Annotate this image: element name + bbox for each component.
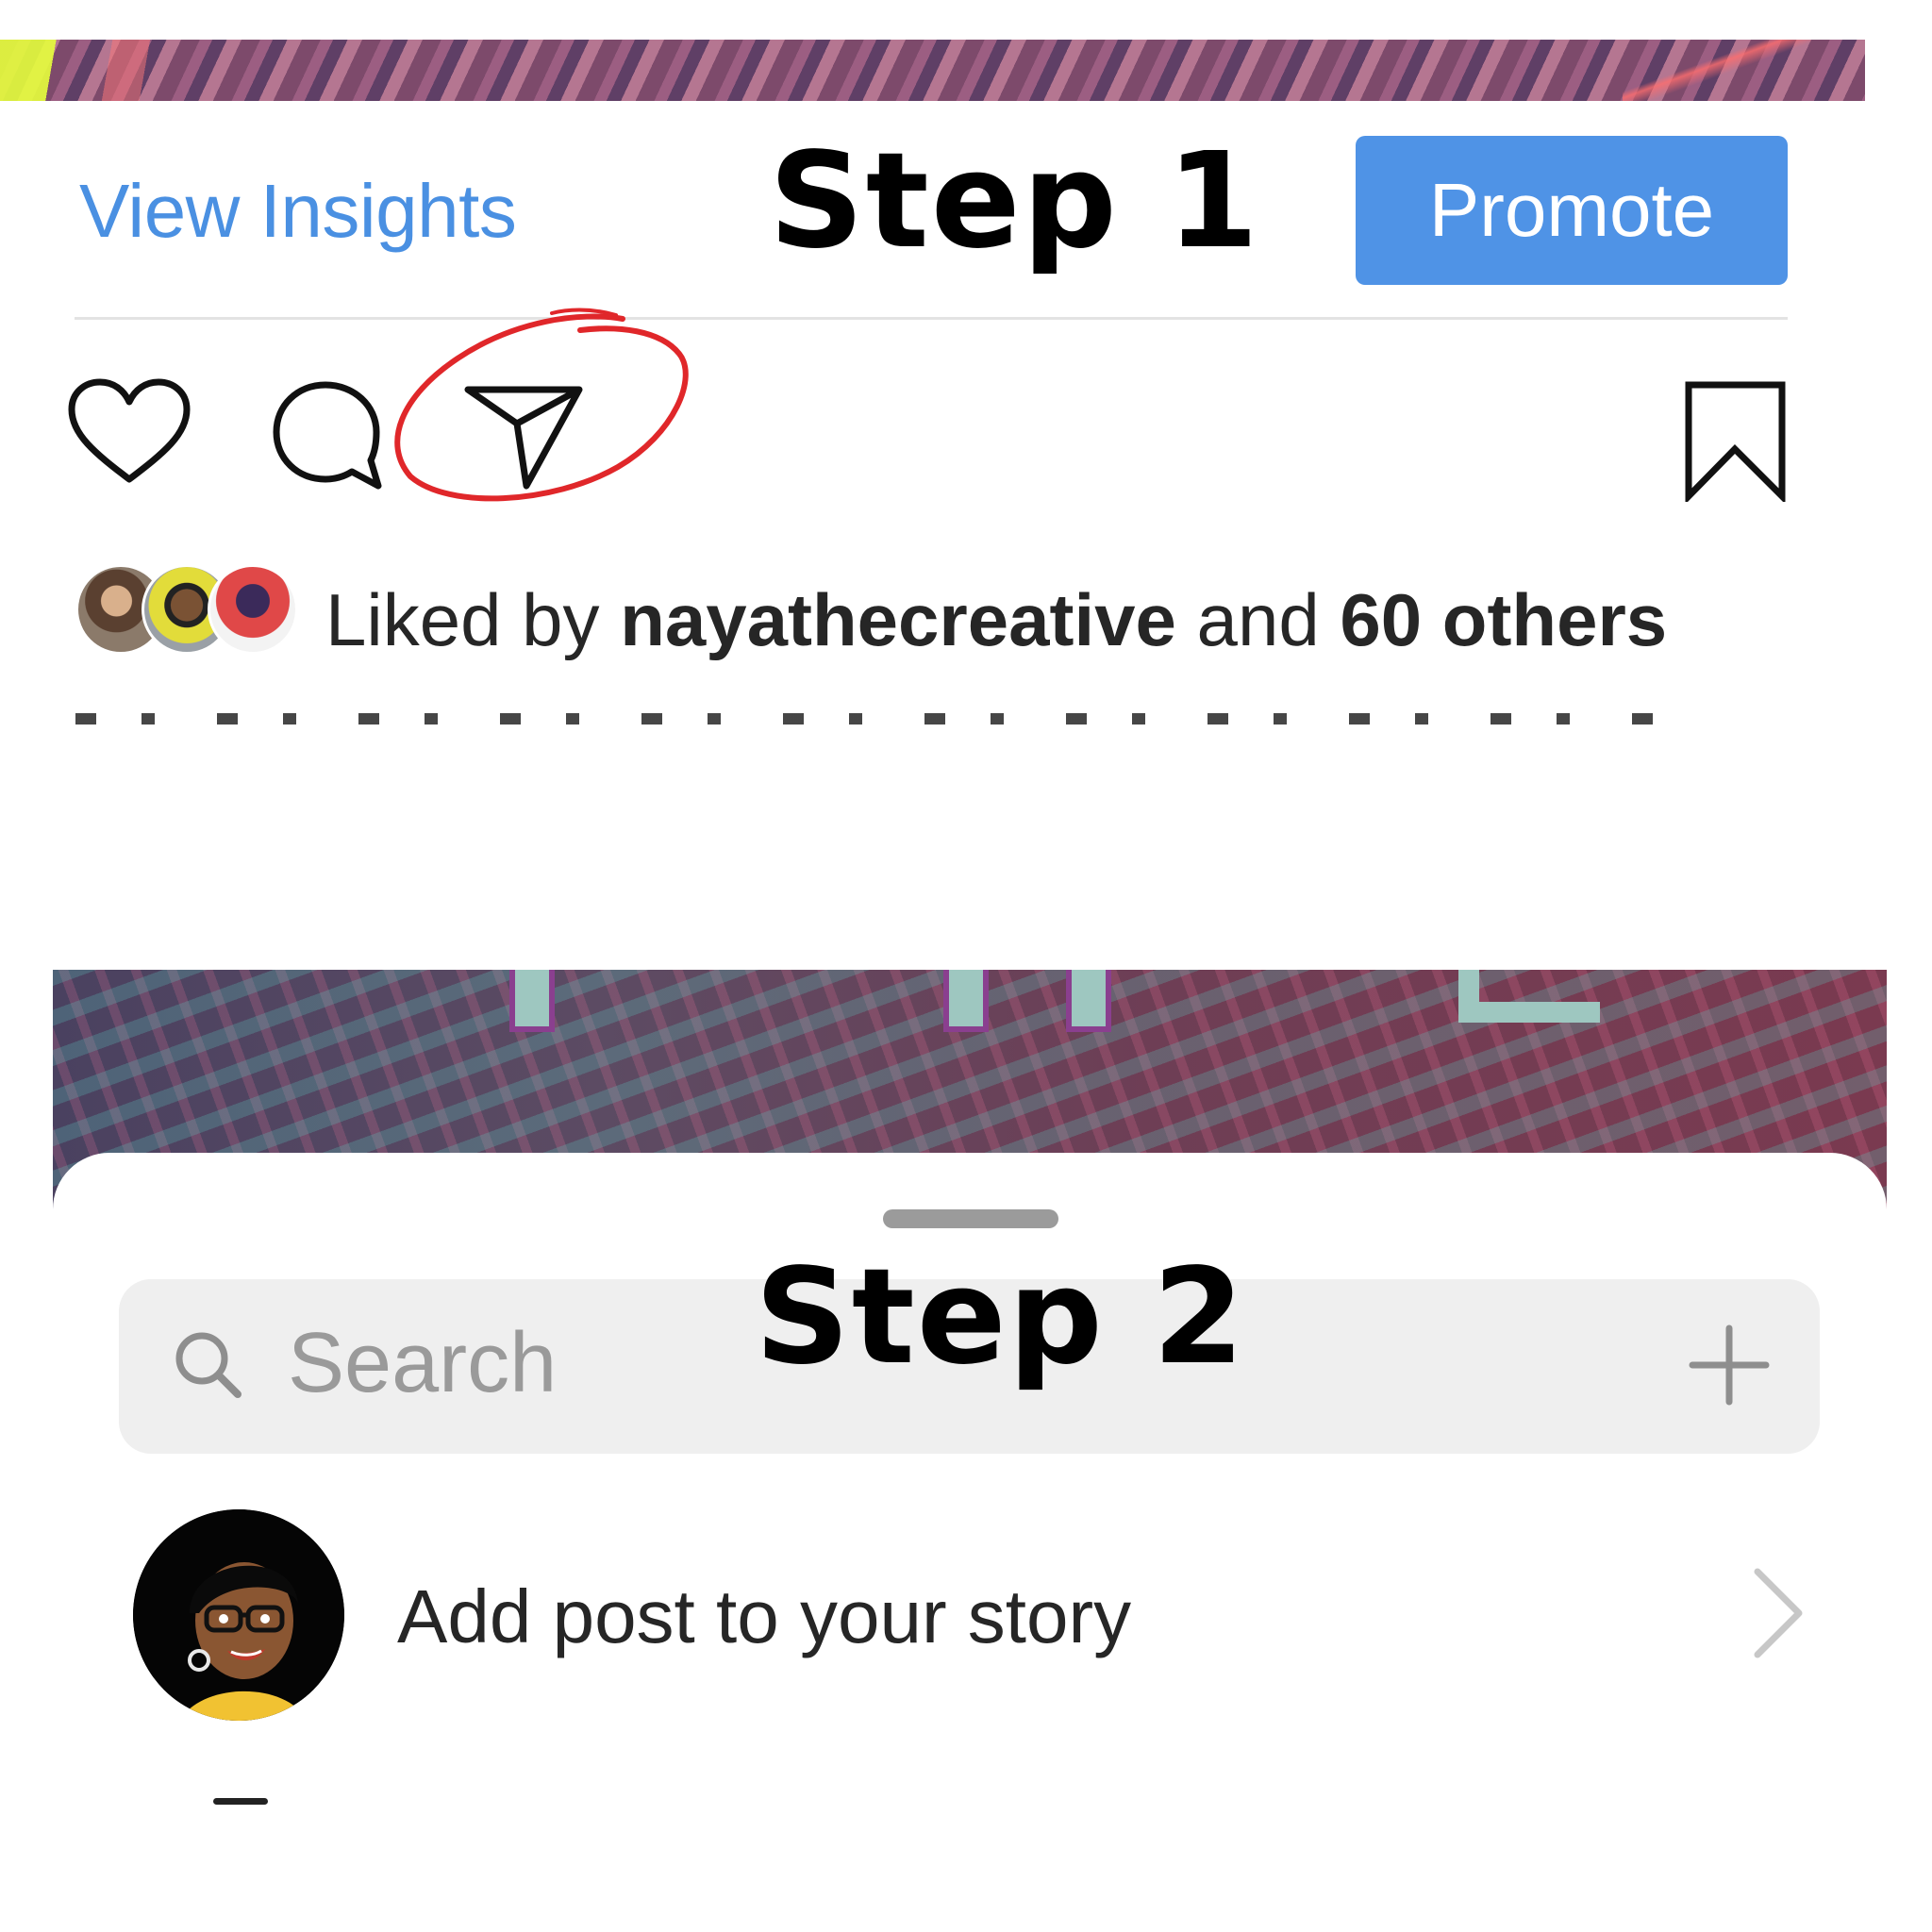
caption-cut-off [75,713,1679,724]
bookmark-icon[interactable] [1681,379,1790,507]
avatar [133,1509,344,1721]
add-to-story-label[interactable]: Add post to your story [397,1574,1131,1660]
search-icon [170,1326,245,1407]
liker-avatars[interactable] [75,564,298,655]
plus-icon[interactable] [1689,1324,1770,1410]
avatar [208,564,298,655]
comment-icon[interactable] [269,377,387,500]
chevron-right-icon[interactable] [1750,1566,1807,1665]
liked-by-user[interactable]: nayathecreative [620,578,1176,661]
step-1-annotation: Step 1 [769,125,1261,278]
liked-by-middle: and [1175,578,1341,661]
liked-by-count[interactable]: 60 others [1340,578,1667,661]
post-photo-strip [0,40,1865,101]
view-insights-link[interactable]: View Insights [79,168,517,255]
promote-button[interactable]: Promote [1356,136,1788,285]
divider [75,317,1788,320]
sheet-grabber[interactable] [883,1209,1058,1228]
liked-by-prefix: Liked by [325,578,621,661]
annotation-circle [373,302,703,524]
liked-by-text[interactable]: Liked by nayathecreative and 60 others [325,577,1667,663]
heart-icon[interactable] [66,377,193,491]
cut-off-row [213,1798,268,1805]
step-2-annotation: Step 2 [755,1241,1247,1394]
